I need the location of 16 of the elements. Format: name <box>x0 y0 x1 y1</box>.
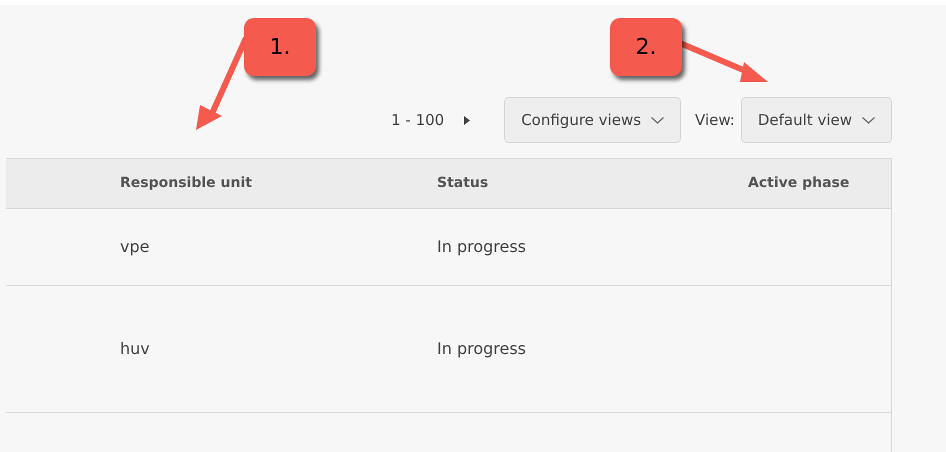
table-cell: huv <box>120 339 150 358</box>
view-label: View: <box>695 110 735 131</box>
table-cell: vpe <box>120 237 150 256</box>
chevron-down-icon <box>862 116 875 124</box>
configure-views-button[interactable]: Configure views <box>504 97 682 143</box>
view-dropdown[interactable]: Default view <box>740 97 892 143</box>
column-header[interactable]: Status <box>437 175 488 191</box>
table-cell: In progress <box>437 339 526 358</box>
next-page-icon[interactable] <box>464 116 470 124</box>
table-cell: In progress <box>437 237 526 256</box>
page-range: 1 - 100 <box>391 110 444 131</box>
callout-badge: 2. <box>610 18 682 76</box>
column-header[interactable]: Active phase <box>748 175 850 191</box>
callout-badge: 1. <box>244 18 316 76</box>
chevron-down-icon <box>651 116 664 124</box>
column-header[interactable]: Responsible unit <box>120 175 252 191</box>
